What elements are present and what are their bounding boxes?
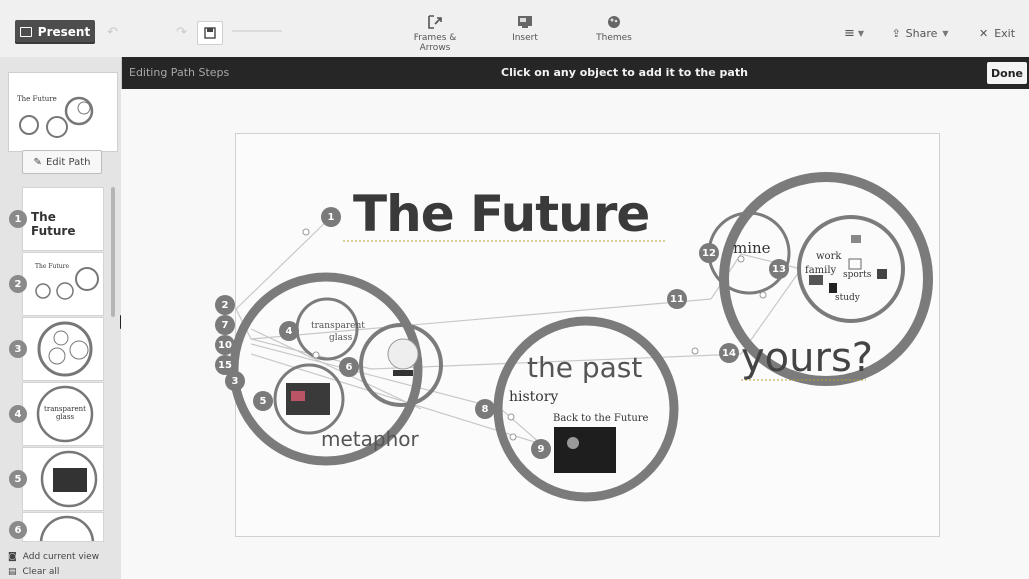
step-number-badge: 1: [9, 210, 27, 228]
path-step-tag[interactable]: 15: [215, 355, 235, 375]
family-text[interactable]: family: [805, 265, 836, 276]
step-label: transparent glass: [44, 405, 86, 421]
edit-path-button[interactable]: ✎ Edit Path: [22, 150, 102, 174]
save-button[interactable]: [197, 21, 223, 45]
present-button[interactable]: Present: [15, 20, 95, 44]
add-current-view-button[interactable]: ◙ Add current view: [8, 552, 99, 562]
path-step-tag[interactable]: 7: [215, 315, 235, 335]
path-editing-bar: Editing Path Steps Click on any object t…: [121, 57, 1029, 89]
path-step-thumbnail[interactable]: 4 transparent glass: [9, 382, 104, 446]
path-step-thumbnail[interactable]: 1 The Future: [9, 187, 104, 251]
chevron-down-icon: ▼: [857, 28, 865, 38]
themes-icon: [608, 16, 620, 28]
overview-circles: [19, 96, 94, 138]
step-circles: [35, 267, 99, 300]
step-label: The Future: [31, 210, 76, 238]
path-step-thumbnail[interactable]: 6: [9, 512, 104, 542]
frames-arrows-tool[interactable]: Frames & Arrows: [398, 14, 472, 53]
menu-button[interactable]: ≡ ▼: [838, 22, 870, 44]
insert-icon: [518, 16, 532, 28]
steps-scrollbar[interactable]: [111, 187, 115, 317]
path-step-thumbnail[interactable]: 2 The Future: [9, 252, 104, 316]
done-button[interactable]: Done: [987, 62, 1027, 84]
path-sidebar: The Future ✎ Edit Path 1 The Future 2 Th…: [0, 57, 122, 579]
share-icon: ⇪: [891, 26, 901, 40]
back-to-future-text[interactable]: Back to the Future: [553, 413, 648, 424]
path-step-tag[interactable]: 12: [699, 243, 719, 263]
sports-text[interactable]: sports: [843, 270, 871, 280]
insert-tool[interactable]: Insert: [505, 14, 545, 50]
trash-icon: ▤: [8, 567, 17, 577]
path-step-tag[interactable]: 14: [719, 343, 739, 363]
undo-icon[interactable]: ↶: [107, 25, 118, 40]
future-title[interactable]: The Future: [353, 185, 650, 243]
step-circles: [39, 515, 95, 541]
path-mode-label: Editing Path Steps: [129, 66, 230, 79]
the-past-text[interactable]: the past: [527, 351, 642, 384]
themes-label: Themes: [596, 33, 632, 43]
exit-label: Exit: [994, 26, 1016, 40]
path-step-thumbnail[interactable]: 3: [9, 317, 104, 381]
insert-label: Insert: [512, 33, 538, 43]
path-step-tag[interactable]: 8: [475, 399, 495, 419]
undo-redo-group: ↶ ↷: [103, 22, 191, 42]
path-step-tag[interactable]: 11: [667, 289, 687, 309]
share-label: Share: [905, 26, 938, 40]
path-step-tag[interactable]: 2: [215, 295, 235, 315]
chevron-down-icon: ▼: [942, 28, 949, 38]
path-step-tag[interactable]: 5: [253, 391, 273, 411]
step-circles: [37, 321, 93, 377]
path-step-tag[interactable]: 6: [339, 357, 359, 377]
clear-all-label: Clear all: [22, 567, 60, 577]
edit-path-label: Edit Path: [45, 156, 91, 168]
close-icon: ✕: [978, 26, 989, 40]
metaphor-text[interactable]: metaphor: [321, 427, 419, 451]
path-step-tag[interactable]: 13: [769, 259, 789, 279]
pin-icon: ✎: [33, 156, 42, 168]
redo-icon[interactable]: ↷: [176, 25, 187, 40]
path-step-tag[interactable]: 1: [321, 207, 341, 227]
path-step-tag[interactable]: 9: [531, 439, 551, 459]
hamburger-menu-icon: ≡: [843, 25, 855, 41]
add-view-label: Add current view: [22, 552, 100, 562]
canvas-drawing: [229, 172, 933, 502]
share-button[interactable]: ⇪ Share ▼: [882, 22, 958, 44]
history-text[interactable]: history: [509, 389, 558, 405]
prezi-canvas[interactable]: The Future metaphor transparent glass th…: [121, 89, 1029, 579]
transparent-glass-text[interactable]: glass: [329, 333, 352, 343]
save-icon: [204, 27, 216, 39]
present-label: Present: [37, 25, 91, 39]
yours-text[interactable]: yours?: [741, 335, 873, 381]
study-text[interactable]: study: [835, 293, 860, 303]
overview-thumbnail[interactable]: The Future: [8, 72, 118, 152]
mine-text[interactable]: mine: [733, 239, 771, 257]
frames-icon: [428, 15, 442, 29]
save-status-bar: [232, 30, 282, 32]
path-step-thumbnail[interactable]: 5: [9, 447, 104, 511]
monitor-icon: [19, 27, 32, 37]
work-text[interactable]: work: [816, 251, 841, 262]
exit-button[interactable]: ✕ Exit: [972, 22, 1022, 44]
path-hint: Click on any object to add it to the pat…: [501, 66, 748, 79]
top-toolbar: Present ↶ ↷ Frames & Arrows Insert Theme…: [0, 0, 1029, 58]
clear-all-button[interactable]: ▤ Clear all: [8, 567, 59, 577]
camera-icon: ◙: [8, 552, 17, 562]
frames-label: Frames & Arrows: [413, 33, 457, 53]
step-circles: [40, 450, 98, 508]
themes-tool[interactable]: Themes: [590, 14, 638, 50]
path-step-tag[interactable]: 4: [279, 321, 299, 341]
transparent-glass-text[interactable]: transparent: [311, 321, 365, 331]
